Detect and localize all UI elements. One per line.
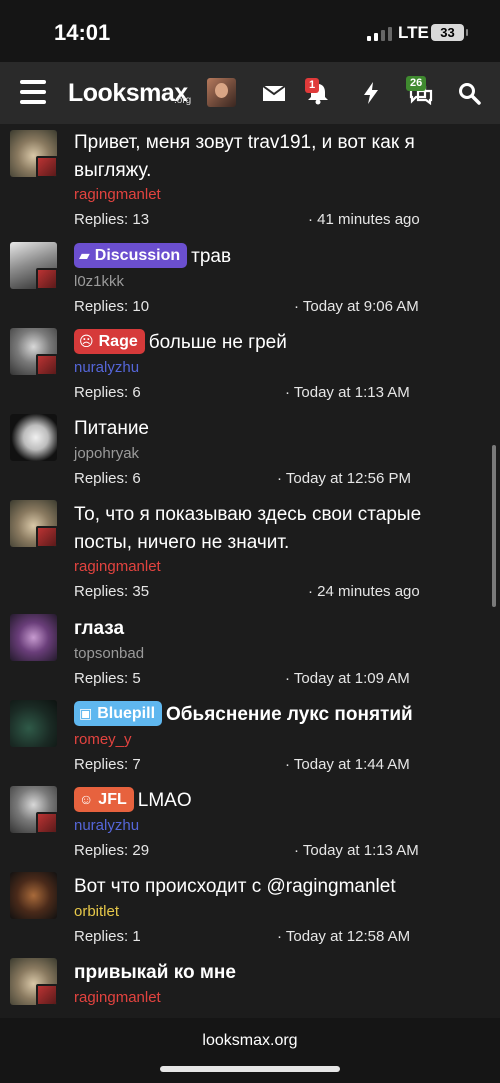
chat-icon: ▰ (79, 247, 90, 263)
prefix-jfl[interactable]: ☺ JFL (74, 787, 134, 812)
author-avatar[interactable] (10, 500, 57, 547)
author-avatar[interactable] (10, 328, 57, 375)
author-avatar[interactable] (10, 242, 57, 289)
network-label: LTE (398, 23, 429, 42)
signal-icon (367, 27, 392, 41)
thread-time: · Today at 12:56 PM (277, 470, 411, 487)
thread-author[interactable]: romey_y (74, 731, 132, 748)
thread-title[interactable]: ☺ JFL LMAO (74, 787, 472, 815)
thread-author[interactable]: nuralyzhu (74, 817, 139, 834)
thread-time: · Today at 1:13 AM (294, 842, 419, 859)
search-icon[interactable] (457, 81, 483, 105)
thread-title[interactable]: Вот что происходит с @ragingmanlet (74, 873, 472, 901)
thread-replies: Replies: 35 (74, 583, 150, 600)
thread-replies: Replies: 5 (74, 670, 141, 687)
thread-replies: Replies: 6 (74, 384, 141, 401)
thread-title[interactable]: Питание (74, 415, 472, 443)
thread-title[interactable]: ▣ Bluepill Обьяснение лукс понятий (74, 701, 472, 729)
thread-author[interactable]: ragingmanlet (74, 186, 161, 203)
thread-title[interactable]: глаза (74, 615, 472, 643)
menu-icon[interactable] (20, 80, 46, 104)
thread-author[interactable]: nuralyzhu (74, 359, 139, 376)
conversations-badge: 26 (406, 76, 427, 91)
thread-time: · Today at 1:09 AM (285, 670, 410, 687)
user-avatar[interactable] (207, 78, 236, 107)
thread-author[interactable]: topsonbad (74, 645, 144, 662)
thread-replies: Replies: 10 (74, 298, 150, 315)
author-avatar[interactable] (10, 786, 57, 833)
thread-time: · 24 minutes ago (308, 583, 420, 600)
laugh-icon: ☺ (79, 791, 94, 807)
thread-time: · 41 minutes ago (308, 211, 420, 228)
thread-time: · Today at 1:13 AM (285, 384, 410, 401)
thread-replies: Replies: 7 (74, 756, 141, 773)
thread-title[interactable]: привыкай ко мне (74, 959, 472, 987)
thread-time: · Today at 12:58 AM (277, 928, 411, 945)
thread-time: · Today at 9:06 AM (294, 298, 419, 315)
prefix-bluepill[interactable]: ▣ Bluepill (74, 701, 163, 726)
author-avatar[interactable] (10, 414, 57, 461)
thread-title[interactable]: ☹ Rage больше не грей (74, 329, 472, 357)
address-bar[interactable]: looksmax.org (0, 1032, 500, 1050)
battery-icon: 33 (431, 24, 468, 41)
bolt-icon[interactable] (358, 81, 384, 105)
thread-author[interactable]: ragingmanlet (74, 558, 161, 575)
status-time: 14:01 (54, 20, 111, 45)
thread-author[interactable]: jopohryak (74, 445, 139, 462)
thread-author[interactable]: ragingmanlet (74, 989, 161, 1006)
author-avatar[interactable] (10, 958, 57, 1005)
author-avatar[interactable] (10, 130, 57, 177)
thread-author[interactable]: l0z1kkk (74, 273, 124, 290)
thread-title[interactable]: Привет, меня зовут trav191, и вот как я … (74, 129, 472, 185)
author-avatar[interactable] (10, 614, 57, 661)
inbox-icon[interactable] (261, 81, 287, 105)
thread-time: · Today at 1:44 AM (285, 756, 410, 773)
thread-author[interactable]: orbitlet (74, 903, 119, 920)
thread-replies: Replies: 29 (74, 842, 150, 859)
top-navigation: Looksmax .org 1 26 (0, 62, 500, 124)
author-avatar[interactable] (10, 700, 57, 747)
thread-replies: Replies: 1 (74, 928, 141, 945)
alerts-badge: 1 (305, 78, 320, 93)
angry-face-icon: ☹ (79, 333, 94, 349)
home-indicator[interactable] (160, 1066, 340, 1072)
thread-replies: Replies: 13 (74, 211, 150, 228)
browser-bottom-bar: looksmax.org (0, 1018, 500, 1083)
gamepad-icon: ▣ (79, 705, 93, 721)
scrollbar[interactable] (492, 445, 496, 607)
author-avatar[interactable] (10, 872, 57, 919)
status-bar: 14:01 LTE 33 (0, 0, 500, 62)
prefix-discussion[interactable]: ▰ Discussion (74, 243, 188, 268)
thread-title[interactable]: То, что я показываю здесь свои старые по… (74, 501, 472, 557)
site-logo-suffix: .org (174, 95, 192, 106)
site-logo[interactable]: Looksmax (68, 79, 188, 108)
prefix-rage[interactable]: ☹ Rage (74, 329, 145, 354)
thread-title[interactable]: ▰ Discussion трав (74, 243, 472, 271)
thread-replies: Replies: 6 (74, 470, 141, 487)
